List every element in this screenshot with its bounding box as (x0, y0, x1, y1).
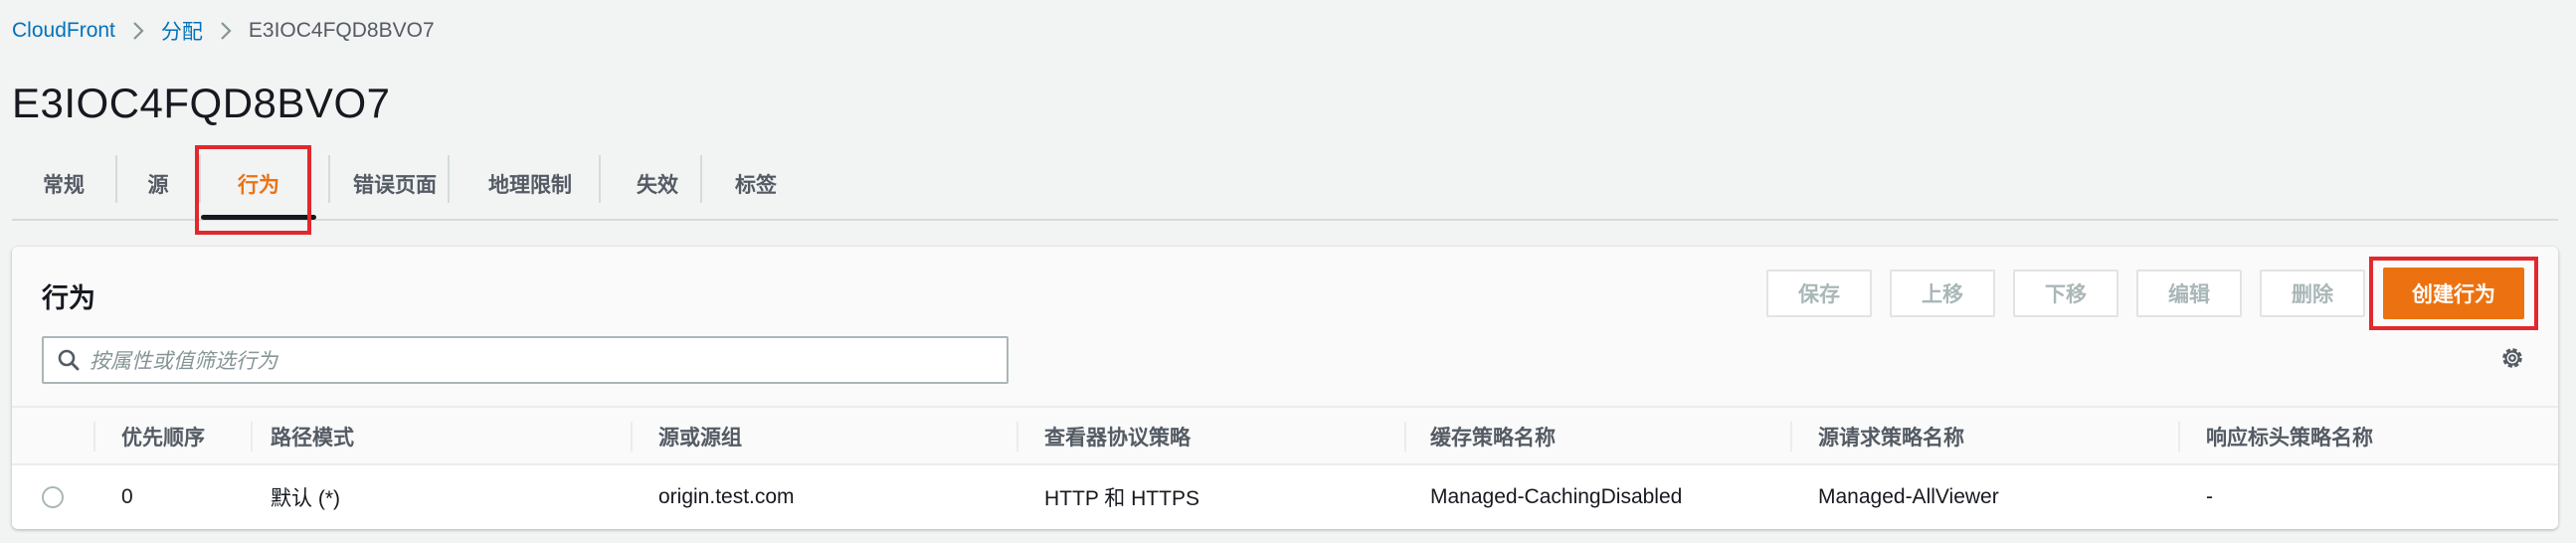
move-down-button[interactable]: 下移 (2013, 270, 2118, 317)
cell-viewer-protocol: HTTP 和 HTTPS (1044, 487, 1199, 510)
column-header-response-headers-policy[interactable]: 响应标头策略名称 (2206, 408, 2373, 465)
cell-cache-policy: Managed-CachingDisabled (1430, 485, 1683, 508)
breadcrumb-cloudfront-link[interactable]: CloudFront (12, 19, 115, 43)
column-divider (251, 422, 253, 452)
column-divider (2178, 422, 2180, 452)
column-divider (631, 422, 633, 452)
tab-tags[interactable]: 标签 (702, 151, 810, 217)
create-button-highlight-box (2369, 257, 2538, 330)
column-divider (1016, 422, 1018, 452)
chevron-right-icon (219, 20, 233, 42)
search-placeholder: 按属性或值筛选行为 (90, 350, 277, 373)
search-icon (56, 347, 82, 373)
cell-precedence: 0 (121, 485, 133, 508)
move-up-button[interactable]: 上移 (1890, 270, 1995, 317)
tab-invalidations[interactable]: 失效 (601, 151, 714, 217)
column-divider (1404, 422, 1406, 452)
cell-origin-request-policy: Managed-AllViewer (1818, 485, 1999, 508)
breadcrumb-distributions-link[interactable]: 分配 (161, 16, 203, 46)
column-header-path-pattern[interactable]: 路径模式 (271, 408, 354, 465)
column-header-cache-policy[interactable]: 缓存策略名称 (1430, 408, 1556, 465)
chevron-right-icon (131, 20, 145, 42)
table-header: 优先顺序 路径模式 源或源组 查看器协议策略 缓存策略名称 源请求策略名称 响应… (12, 408, 2558, 465)
gear-icon[interactable] (2498, 344, 2526, 372)
column-header-origin-request-policy[interactable]: 源请求策略名称 (1818, 408, 1964, 465)
search-input[interactable]: 按属性或值筛选行为 (42, 336, 1009, 384)
column-header-viewer-protocol[interactable]: 查看器协议策略 (1044, 408, 1191, 465)
tab-general[interactable]: 常规 (12, 151, 115, 217)
tab-geo-restrictions[interactable]: 地理限制 (450, 151, 611, 217)
breadcrumb: CloudFront 分配 E3IOC4FQD8BVO7 (12, 16, 435, 46)
tab-error-pages[interactable]: 错误页面 (330, 151, 460, 217)
panel-title: 行为 (42, 283, 95, 313)
column-header-precedence[interactable]: 优先顺序 (121, 408, 205, 465)
tab-highlight-box (195, 145, 311, 235)
tab-bar: 常规 源 行为 错误页面 地理限制 失效 标签 (12, 151, 2558, 221)
save-button[interactable]: 保存 (1766, 270, 1872, 317)
page-title: E3IOC4FQD8BVO7 (12, 80, 391, 126)
column-divider (93, 422, 95, 452)
column-divider (1790, 422, 1792, 452)
panel-header: 行为 保存 上移 下移 编辑 删除 创建行为 按属性或值筛选行为 (12, 247, 2558, 408)
delete-button[interactable]: 删除 (2260, 270, 2365, 317)
cell-response-headers-policy: - (2206, 485, 2213, 508)
tab-origins[interactable]: 源 (117, 151, 199, 217)
behaviors-panel: 行为 保存 上移 下移 编辑 删除 创建行为 按属性或值筛选行为 优先顺序 路径… (12, 247, 2558, 529)
cell-path-pattern: 默认 (*) (271, 487, 340, 510)
row-select-radio[interactable] (42, 486, 64, 508)
cell-origin: origin.test.com (658, 485, 795, 508)
edit-button[interactable]: 编辑 (2136, 270, 2242, 317)
table-row[interactable]: 0 默认 (*) origin.test.com HTTP 和 HTTPS Ma… (12, 467, 2558, 527)
breadcrumb-current: E3IOC4FQD8BVO7 (248, 19, 435, 42)
column-header-origin[interactable]: 源或源组 (658, 408, 742, 465)
